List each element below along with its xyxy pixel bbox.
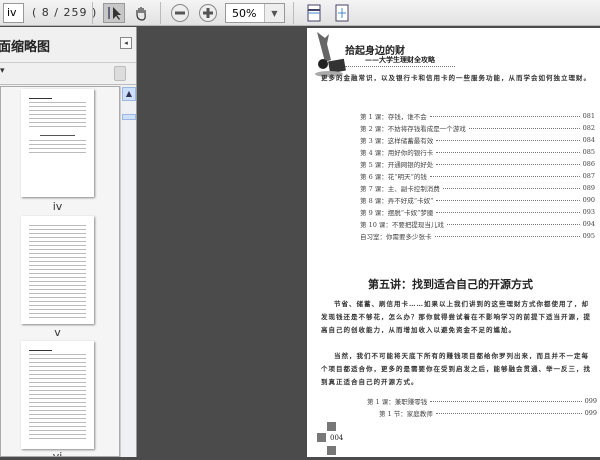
- toc-entry[interactable]: 第 8 课：弄不好成“卡奴” 090: [360, 194, 595, 206]
- toc-page: 090: [582, 196, 595, 204]
- toc-label: 第 6 课：花“明天”的钱: [360, 173, 427, 181]
- toc-entry[interactable]: 第 3 课：这样储蓄最有效 084: [360, 134, 595, 146]
- toc-entry[interactable]: 第 1 课：兼职赚零钱 099: [367, 395, 597, 407]
- toolbar: iv ( 8 / 259 ) 50% ▼: [0, 0, 600, 26]
- paragraph: 当然，我们不可能将天底下所有的赚钱项目都给你罗列出来，而且并不一定每个项目都适合…: [321, 352, 591, 386]
- toc-entry[interactable]: 第 1 节：家庭教师 099: [367, 407, 597, 419]
- plus-circle-icon: [199, 4, 217, 22]
- divider: [92, 2, 93, 24]
- collapse-panel-button[interactable]: ◂: [120, 37, 132, 49]
- book-illustration: [315, 32, 346, 77]
- fit-width-button[interactable]: [303, 3, 325, 23]
- toc-label: 第 8 课：弄不好成“卡奴”: [360, 197, 434, 205]
- document-page: 拾起身边的财 ——大学生理财全攻略 更多的金融常识，以及银行卡和信用卡的一些服务…: [307, 28, 600, 457]
- toc-label: 第 7 课：主、副卡控制消费: [360, 185, 440, 193]
- toc-page: 087: [582, 172, 595, 180]
- toc-label: 自习室：你需要多少张卡: [360, 233, 432, 241]
- toc-label: 第 5 课：开通网银的好处: [360, 161, 434, 169]
- thumbnail-page-vi[interactable]: [21, 341, 94, 449]
- fit-page-icon: [335, 4, 349, 22]
- select-tool-button[interactable]: [103, 3, 125, 23]
- book-subtitle: ——大学生理财全攻略: [365, 55, 435, 64]
- toc-entry[interactable]: 第 5 课：开通网银的好处 086: [360, 158, 595, 170]
- thumbnail-scrollbar[interactable]: ▲: [120, 86, 136, 457]
- fit-page-button[interactable]: [331, 3, 353, 23]
- zoom-value[interactable]: 50%: [226, 4, 264, 22]
- toc-page: 081: [582, 112, 595, 120]
- divider: [160, 2, 161, 24]
- intro-text: 更多的金融常识，以及银行卡和信用卡的一些服务功能，从而学会如何独立理财。: [321, 74, 591, 82]
- page-number-input[interactable]: iv: [3, 3, 24, 23]
- toc-entry[interactable]: 第 6 课：花“明天”的钱 087: [360, 170, 595, 182]
- page-number: 004: [330, 434, 344, 442]
- toc-entry[interactable]: 自习室：你需要多少张卡 095: [360, 230, 595, 242]
- divider: [293, 2, 294, 24]
- divider: [345, 66, 455, 67]
- thumbnail-label: iv: [52, 200, 63, 213]
- page-number-badge: 004: [317, 420, 347, 460]
- toc-label: 第 1 课：兼职赚零钱: [367, 398, 428, 406]
- toc-label: 第 1 节：家庭教师: [379, 410, 433, 418]
- scrollbar-thumb[interactable]: [122, 114, 136, 120]
- thumbnail-page-v[interactable]: [21, 216, 94, 324]
- thumbnail-page-iv[interactable]: [21, 89, 94, 197]
- chevron-down-icon[interactable]: ▼: [264, 4, 284, 22]
- toc-page: 086: [582, 160, 595, 168]
- scroll-up-icon[interactable]: ▲: [122, 87, 136, 101]
- zoom-out-button[interactable]: [169, 3, 191, 23]
- minus-circle-icon: [171, 4, 189, 22]
- toc-entry[interactable]: 第 1 课：存钱，谁不会 081: [360, 110, 595, 122]
- toc-page: 089: [582, 184, 595, 192]
- toc-list: 第 1 课：兼职赚零钱 099 第 1 节：家庭教师 099: [367, 395, 597, 419]
- toc-page: 099: [584, 409, 597, 417]
- trash-icon[interactable]: [114, 66, 126, 81]
- page-count: ( 8 / 259 ): [32, 6, 98, 19]
- toc-list: 第 1 课：存钱，谁不会 081 第 2 课：不妨将存钱看成是一个游戏 082 第 …: [360, 110, 595, 242]
- fit-width-icon: [307, 4, 321, 22]
- toc-page: 093: [582, 208, 595, 216]
- thumbnail-list: iv v vi: [0, 86, 120, 457]
- toc-label: 第 10 课：不要把提现当儿戏: [360, 221, 444, 229]
- toc-entry[interactable]: 第 7 课：主、副卡控制消费 089: [360, 182, 595, 194]
- panel-title: 面缩略图: [0, 40, 51, 55]
- chapter-heading: 第五讲：找到适合自己的开源方式: [368, 278, 533, 291]
- toc-label: 第 1 课：存钱，谁不会: [360, 113, 427, 121]
- toc-page: 094: [582, 220, 595, 228]
- toc-label: 第 2 课：不妨将存钱看成是一个游戏: [360, 125, 466, 133]
- paragraph: 节省、储蓄、刷信用卡……如果以上我们讲到的这些理财方式你都使用了，却发现钱还是不…: [321, 300, 591, 334]
- toc-label: 第 3 课：这样储蓄最有效: [360, 137, 434, 145]
- cursor-icon: [108, 7, 121, 20]
- toc-entry[interactable]: 第 4 课：用好你的银行卡 085: [360, 146, 595, 158]
- zoom-select[interactable]: 50% ▼: [225, 3, 285, 23]
- thumbnail-label: v: [54, 326, 61, 339]
- hand-icon: [136, 7, 146, 21]
- toc-entry[interactable]: 第 9 课：摆脱“卡奴”梦魇 093: [360, 206, 595, 218]
- toc-page: 084: [582, 136, 595, 144]
- page-thumbnails-panel: 面缩略图 ◂ ▾ iv v vi ▲: [0, 27, 137, 457]
- toc-page: 082: [582, 124, 595, 132]
- toc-entry[interactable]: 第 2 课：不妨将存钱看成是一个游戏 082: [360, 122, 595, 134]
- toc-page: 099: [584, 397, 597, 405]
- thumbnail-label: vi: [52, 450, 63, 457]
- toc-label: 第 4 课：用好你的银行卡: [360, 149, 434, 157]
- toc-page: 085: [582, 148, 595, 156]
- options-menu-button[interactable]: ▾: [0, 66, 5, 76]
- hand-tool-button[interactable]: [130, 3, 152, 23]
- toc-page: 095: [582, 232, 595, 240]
- toc-entry[interactable]: 第 10 课：不要把提现当儿戏 094: [360, 218, 595, 230]
- toc-label: 第 9 课：摆脱“卡奴”梦魇: [360, 209, 434, 217]
- zoom-in-button[interactable]: [197, 3, 219, 23]
